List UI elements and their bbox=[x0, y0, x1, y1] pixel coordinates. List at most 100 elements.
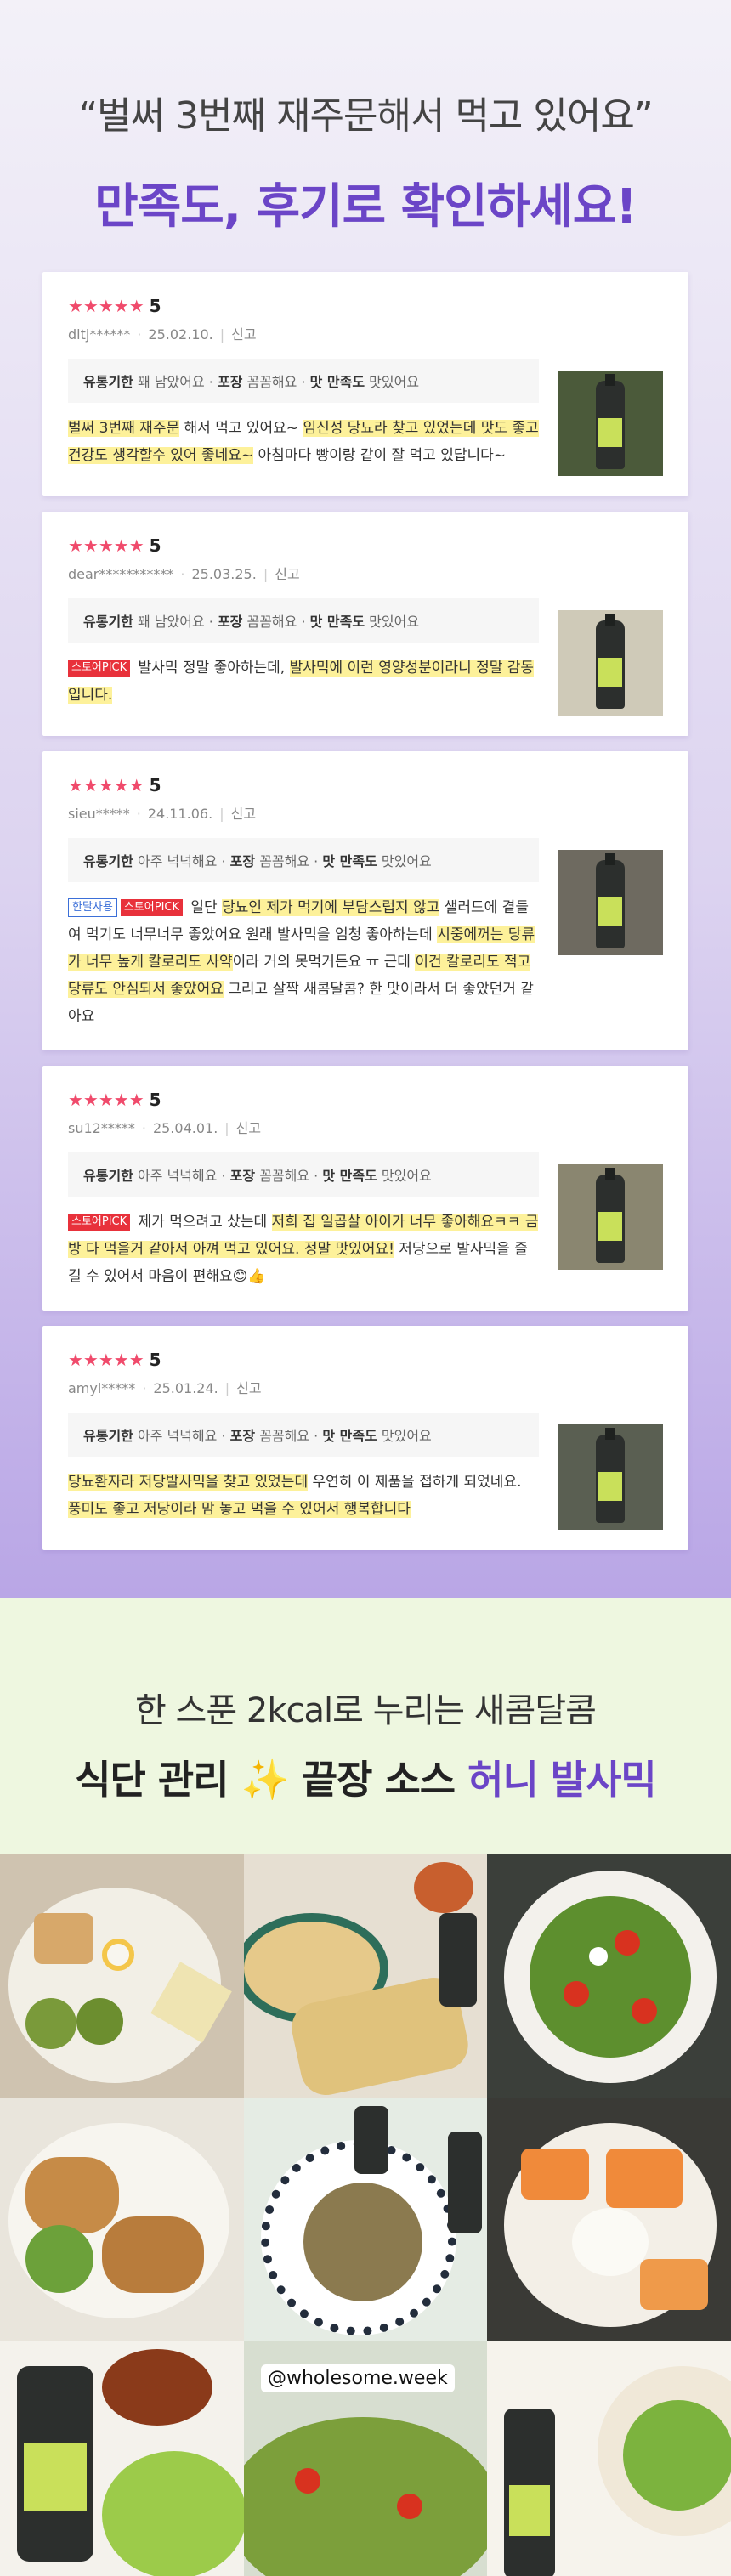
highlighted-text: 당뇨인 제가 먹기에 부담스럽지 않고 bbox=[222, 899, 440, 916]
product-name: 허니 발사믹 bbox=[468, 1757, 657, 1803]
reviewer-id: amyl***** bbox=[68, 1380, 136, 1396]
review-list: ★★★★★ 5 dltj****** · 25.02.10. | 신고 유통기한 꽤 남았어요… bbox=[42, 272, 688, 1565]
review-card: ★★★★★ 5 dltj****** · 25.02.10. | 신고 유통기한 꽤 남았어요… bbox=[42, 272, 688, 496]
tag-value: 꼼꼼해요 bbox=[255, 853, 310, 869]
review-photo-thumbnail[interactable] bbox=[558, 371, 663, 476]
review-text: 한달사용 스토어PICK 일단 당뇨인 제가 먹기에 부담스럽지 않고 샐러드에 … bbox=[68, 894, 539, 1030]
food-photo-2 bbox=[244, 1854, 487, 2098]
review-card: ★★★★★ 5 amyl***** · 25.01.24. | 신고 유통기한 아주 넉넉해요… bbox=[42, 1326, 688, 1550]
review-photo-thumbnail[interactable] bbox=[558, 610, 663, 716]
tag-value: 꽤 남았어요 bbox=[133, 614, 205, 630]
separator: · bbox=[137, 326, 142, 343]
highlighted-text: 당뇨환자라 저당발사믹을 찾고 있었는데 bbox=[68, 1474, 309, 1491]
tag-value: 아주 넉넉해요 bbox=[133, 853, 218, 869]
tag-label: 포장 bbox=[230, 1428, 256, 1444]
review-attribute-tags: 유통기한 꽤 남았어요 · 포장 꼼꼼해요 · 맛 만족도 맛있어요 bbox=[68, 359, 539, 403]
tag-label: 유통기한 bbox=[83, 1168, 133, 1184]
food-photo-6 bbox=[487, 2098, 731, 2341]
separator: · bbox=[217, 1428, 230, 1444]
review-subheadline: 만족도, 후기로 확인하세요! bbox=[94, 179, 638, 235]
review-text-segment: 우연히 이 제품을 접하게 되었네요. bbox=[308, 1474, 522, 1491]
tag-value: 맛있어요 bbox=[365, 374, 420, 390]
separator: · bbox=[309, 1168, 323, 1184]
separator: · bbox=[309, 1428, 323, 1444]
review-date: 24.11.06. bbox=[147, 806, 213, 822]
tag-value: 맛있어요 bbox=[377, 853, 432, 869]
review-photo-thumbnail[interactable] bbox=[558, 1164, 663, 1270]
recipe-headline: 한 스푼 2kcal로 누리는 새콤달콤 bbox=[135, 1691, 597, 1730]
separator: · bbox=[309, 853, 323, 869]
food-photo-5 bbox=[244, 2098, 487, 2341]
reviewer-id: sieu***** bbox=[68, 806, 130, 822]
rating-score: 5 bbox=[149, 1090, 162, 1110]
review-badge: 스토어PICK bbox=[68, 1214, 131, 1231]
review-badge: 스토어PICK bbox=[68, 660, 131, 677]
tag-value: 꽤 남았어요 bbox=[133, 374, 205, 390]
tag-label: 유통기한 bbox=[83, 614, 133, 630]
review-text: 스토어PICK 제가 먹으려고 샀는데 저희 집 일곱살 아이가 너무 좋아해요… bbox=[68, 1209, 539, 1290]
separator: · bbox=[180, 566, 185, 582]
report-link[interactable]: 신고 bbox=[236, 1120, 261, 1136]
star-rating-icon: ★★★★★ bbox=[68, 1090, 144, 1110]
review-attribute-tags: 유통기한 아주 넉넉해요 · 포장 꼼꼼해요 · 맛 만족도 맛있어요 bbox=[68, 1413, 539, 1457]
review-text: 벌써 3번째 재주문 해서 먹고 있어요~ 임신성 당뇨라 찾고 있었는데 맛도… bbox=[68, 415, 539, 469]
star-rating-icon: ★★★★★ bbox=[68, 775, 144, 795]
star-rating-icon: ★★★★★ bbox=[68, 535, 144, 556]
food-photo-7 bbox=[0, 2341, 244, 2576]
product-bottle-icon bbox=[596, 614, 625, 709]
review-attribute-tags: 유통기한 아주 넉넉해요 · 포장 꼼꼼해요 · 맛 만족도 맛있어요 bbox=[68, 1152, 539, 1197]
food-photo-4 bbox=[0, 2098, 244, 2341]
separator: · bbox=[136, 806, 141, 822]
recipe-subheadline: 식단 관리 ✨ 끝장 소스 허니 발사믹 bbox=[0, 1749, 731, 1805]
report-link[interactable]: 신고 bbox=[275, 566, 299, 582]
instagram-handle: @wholesome.week bbox=[261, 2364, 455, 2392]
tag-value: 꼼꼼해요 bbox=[242, 374, 298, 390]
tag-label: 맛 만족도 bbox=[309, 614, 366, 630]
product-bottle-icon bbox=[596, 374, 625, 469]
review-card: ★★★★★ 5 sieu***** · 24.11.06. | 신고유통기한 아주 넉넉해요… bbox=[42, 751, 688, 1050]
separator: · bbox=[204, 614, 218, 630]
tag-label: 맛 만족도 bbox=[322, 1168, 377, 1184]
tag-value: 꼼꼼해요 bbox=[255, 1168, 310, 1184]
review-meta: dltj****** · 25.02.10. | 신고 bbox=[68, 323, 663, 343]
report-link[interactable]: 신고 bbox=[236, 1380, 261, 1396]
tag-label: 맛 만족도 bbox=[322, 1428, 377, 1444]
review-attribute-tags: 유통기한 아주 넉넉해요 · 포장 꼼꼼해요 · 맛 만족도 맛있어요 bbox=[68, 838, 539, 882]
highlighted-text: 풍미도 좋고 저당이라 맘 놓고 먹을 수 있어서 행복합니다 bbox=[68, 1501, 411, 1518]
review-text-segment: 아침마다 빵이랑 같이 잘 먹고 있답니다~ bbox=[253, 447, 507, 464]
review-photo-thumbnail[interactable] bbox=[558, 850, 663, 955]
recipe-section: 한 스푼 2kcal로 누리는 새콤달콤 식단 관리 ✨ 끝장 소스 허니 발사… bbox=[0, 1598, 731, 2576]
review-date: 25.02.10. bbox=[148, 326, 213, 343]
tag-value: 맛있어요 bbox=[377, 1428, 432, 1444]
review-text-segment: 발사믹 정말 좋아하는데, bbox=[133, 660, 290, 677]
tag-label: 유통기한 bbox=[83, 1428, 133, 1444]
review-photo-thumbnail[interactable] bbox=[558, 1424, 663, 1530]
tag-label: 유통기한 bbox=[83, 853, 133, 869]
product-bottle-icon bbox=[596, 1168, 625, 1263]
review-badge: 스토어PICK bbox=[120, 899, 183, 916]
separator: | bbox=[219, 806, 224, 822]
tag-label: 맛 만족도 bbox=[322, 853, 377, 869]
review-attribute-tags: 유통기한 꽤 남았어요 · 포장 꼼꼼해요 · 맛 만족도 맛있어요 bbox=[68, 598, 539, 643]
food-photo-1 bbox=[0, 1854, 244, 2098]
product-bottle-icon bbox=[596, 1428, 625, 1523]
tag-value: 아주 넉넉해요 bbox=[133, 1428, 218, 1444]
reviewer-id: dltj****** bbox=[68, 326, 131, 343]
rating-score: 5 bbox=[149, 775, 162, 795]
food-photo-8: @wholesome.week bbox=[244, 2341, 487, 2576]
review-meta: su12***** · 25.04.01. | 신고 bbox=[68, 1117, 663, 1137]
food-photo-3 bbox=[487, 1854, 731, 2098]
review-date: 25.04.01. bbox=[152, 1120, 218, 1136]
review-headline: “벌써 3번째 재주문해서 먹고 있어요” bbox=[78, 94, 653, 138]
star-rating-icon: ★★★★★ bbox=[68, 296, 144, 316]
separator: · bbox=[141, 1120, 146, 1136]
review-section: “벌써 3번째 재주문해서 먹고 있어요” 만족도, 후기로 확인하세요! ★★… bbox=[0, 0, 731, 1598]
reviewer-id: dear*********** bbox=[68, 566, 174, 582]
tag-label: 포장 bbox=[230, 1168, 256, 1184]
report-link[interactable]: 신고 bbox=[231, 326, 256, 343]
rating-score: 5 bbox=[149, 1350, 162, 1370]
report-link[interactable]: 신고 bbox=[231, 806, 256, 822]
reviewer-id: su12***** bbox=[68, 1120, 135, 1136]
separator: | bbox=[219, 326, 225, 343]
review-text-segment: 일단 bbox=[186, 899, 223, 916]
